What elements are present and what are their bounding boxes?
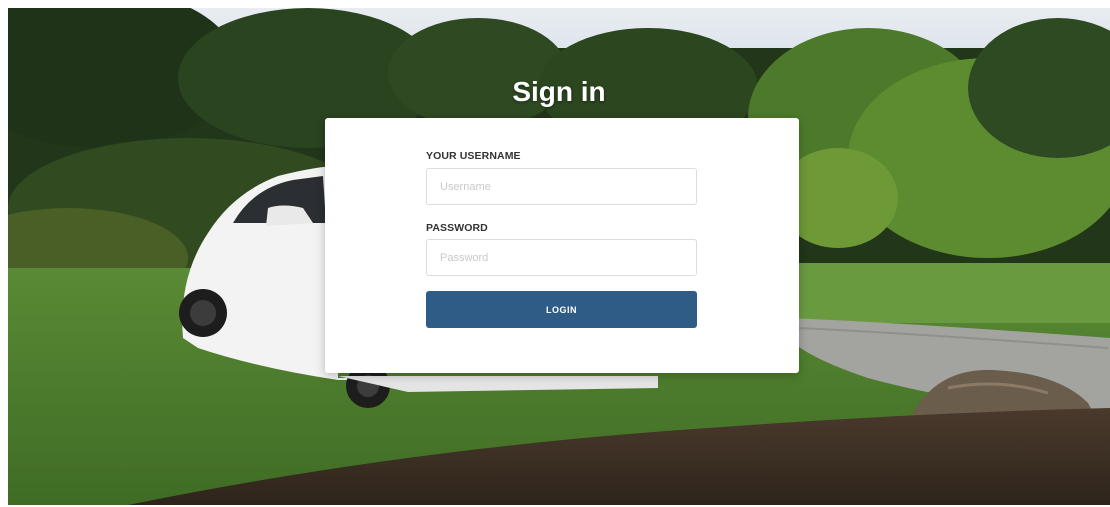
password-label: PASSWORD bbox=[426, 222, 488, 234]
password-input[interactable] bbox=[426, 239, 697, 276]
login-card: YOUR USERNAME PASSWORD LOGIN bbox=[325, 118, 799, 373]
username-label: YOUR USERNAME bbox=[426, 150, 521, 162]
page-title: Sign in bbox=[512, 76, 606, 107]
login-button[interactable]: LOGIN bbox=[426, 291, 697, 328]
username-input[interactable] bbox=[426, 168, 697, 205]
